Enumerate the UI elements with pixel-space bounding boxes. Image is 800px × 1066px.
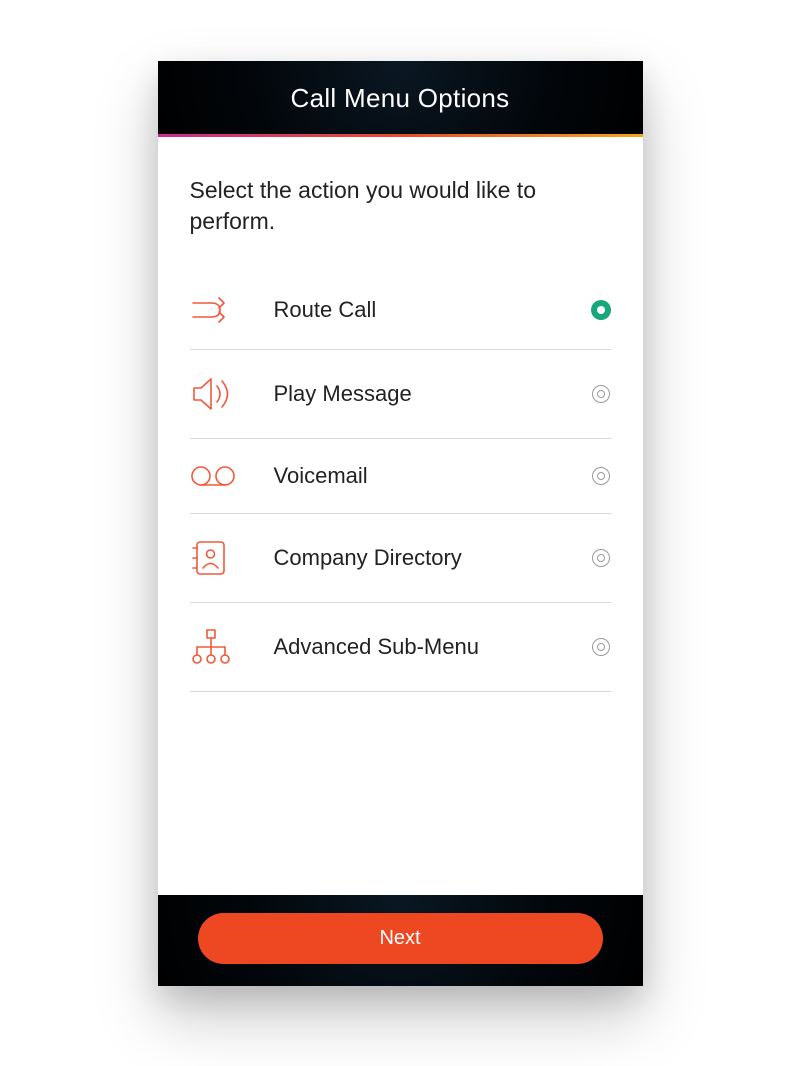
submenu-icon — [190, 627, 250, 667]
radio-unselected-icon — [591, 466, 611, 486]
option-label: Company Directory — [250, 545, 591, 571]
header-title: Call Menu Options — [291, 83, 510, 113]
option-label: Play Message — [250, 381, 591, 407]
directory-icon — [190, 538, 250, 578]
footer: Next — [158, 895, 643, 986]
route-call-icon — [190, 295, 250, 325]
speaker-icon — [190, 374, 250, 414]
option-company-directory[interactable]: Company Directory — [190, 514, 611, 603]
option-label: Voicemail — [250, 463, 591, 489]
option-label: Advanced Sub-Menu — [250, 634, 591, 660]
option-voicemail[interactable]: Voicemail — [190, 439, 611, 514]
radio-unselected-icon — [591, 548, 611, 568]
header: Call Menu Options — [158, 61, 643, 134]
option-route-call[interactable]: Route Call — [190, 289, 611, 350]
radio-unselected-icon — [591, 637, 611, 657]
phone-frame: Call Menu Options Select the action you … — [158, 61, 643, 986]
content-area: Select the action you would like to perf… — [158, 137, 643, 895]
option-play-message[interactable]: Play Message — [190, 350, 611, 439]
prompt-text: Select the action you would like to perf… — [190, 175, 611, 237]
voicemail-icon — [190, 464, 250, 488]
option-label: Route Call — [250, 297, 591, 323]
radio-unselected-icon — [591, 384, 611, 404]
option-advanced-sub-menu[interactable]: Advanced Sub-Menu — [190, 603, 611, 692]
next-button[interactable]: Next — [198, 913, 603, 964]
options-list: Route Call Play Message — [190, 289, 611, 692]
radio-selected-icon — [591, 300, 611, 320]
